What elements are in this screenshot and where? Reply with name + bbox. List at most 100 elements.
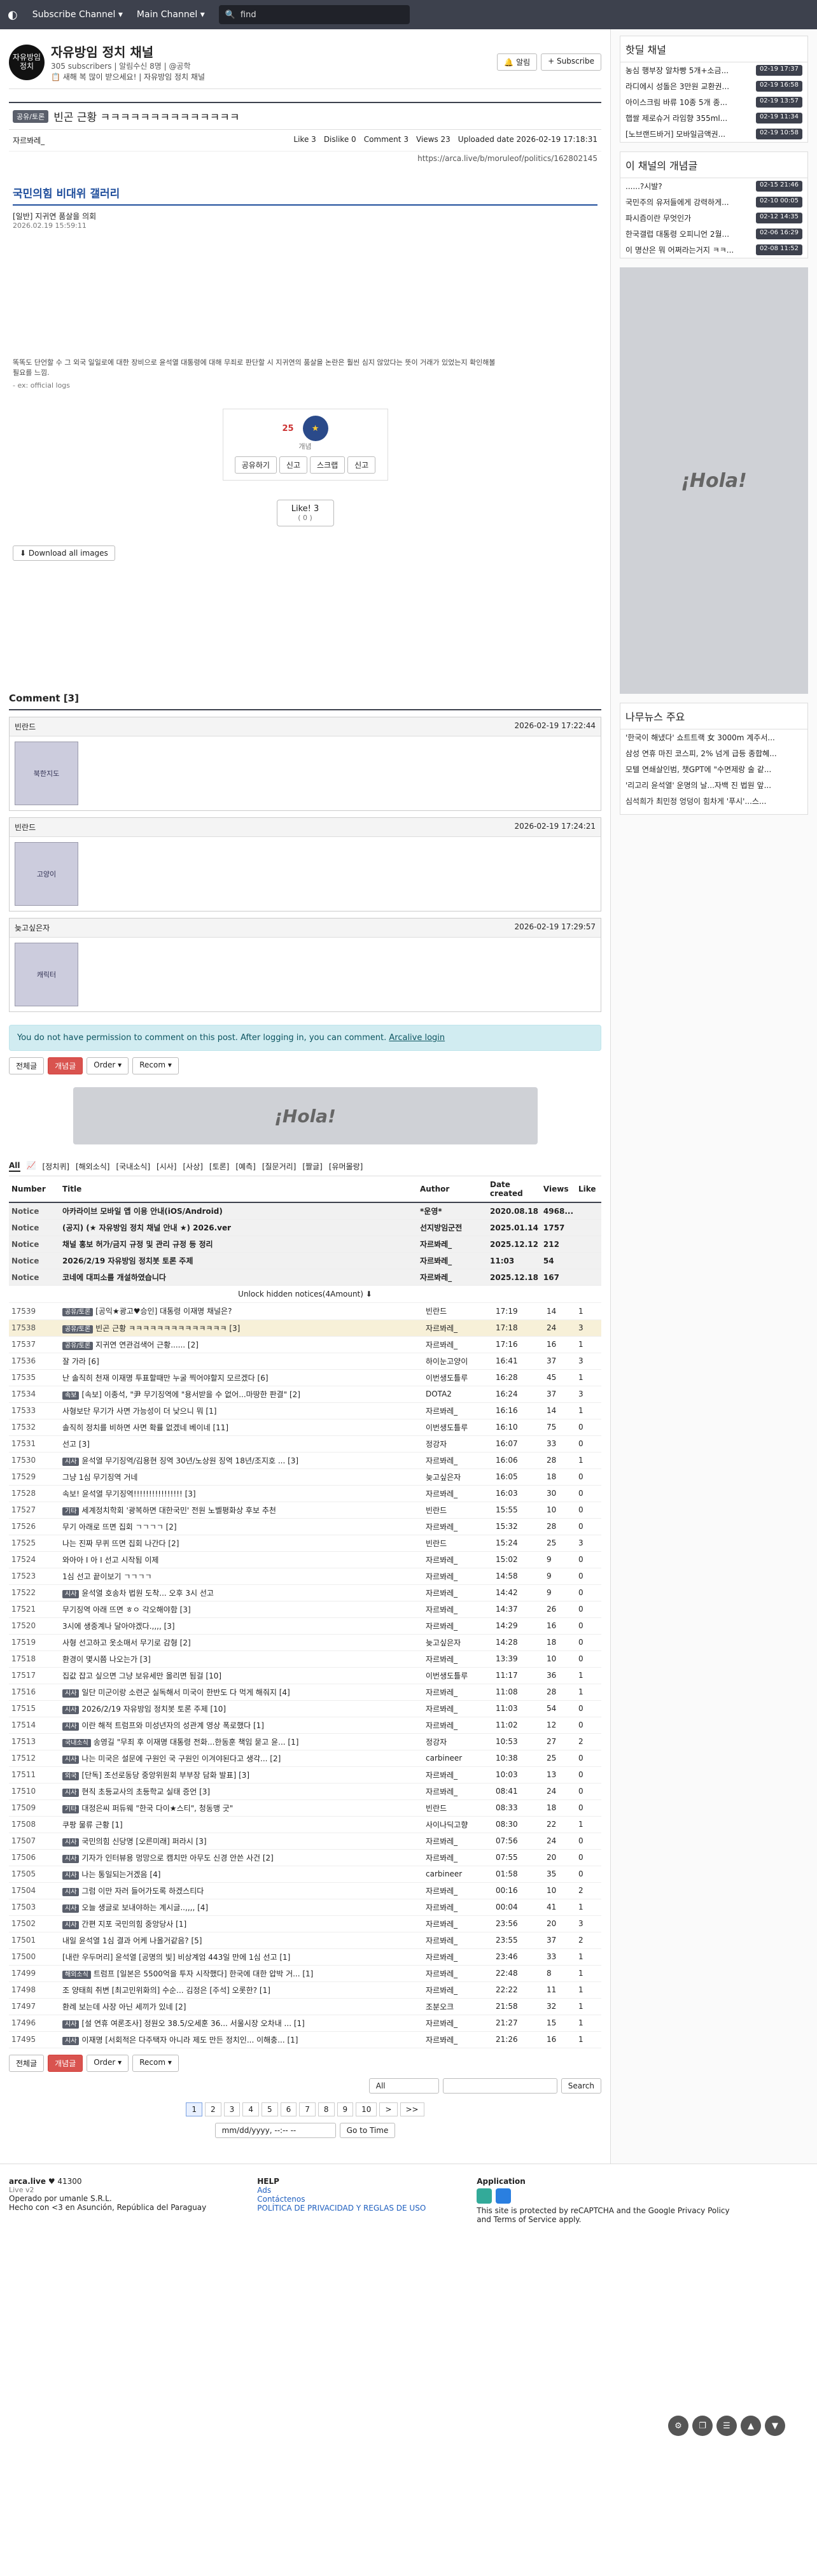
cell-title[interactable]: 나는 진짜 무퀴 뜨면 집회 나간다 [2] xyxy=(60,1535,423,1552)
google-play-icon[interactable] xyxy=(477,2188,492,2204)
post-title[interactable]: 잘 가라 [6] xyxy=(62,1357,99,1366)
news-item[interactable] xyxy=(620,809,807,814)
sidebar-list-item[interactable]: 농심 행부장 알차빵 5개+소금... 02-19 17:37 xyxy=(620,62,807,78)
post-title[interactable]: 국민의힘 신당명 [오른미래] 퍼라시 [3] xyxy=(81,1837,206,1846)
site-logo[interactable]: ◐ xyxy=(8,8,18,22)
cell-title[interactable]: 1심 선고 끝이보기 ㄱㄱㄱㄱ xyxy=(60,1568,423,1585)
page-button[interactable]: 9 xyxy=(337,2102,354,2116)
sidebar-list-item[interactable]: 한국갤럽 대통령 오피니언 2월... 02-06 16:29 xyxy=(620,226,807,242)
scrap-button[interactable]: 스크랩 xyxy=(310,456,346,474)
table-row[interactable]: 17528 속보! 윤석열 무기징역!!!!!!!!!!!!!!!! [3] 자르봐… xyxy=(9,1485,601,1502)
sidebar-list-item[interactable]: 국민주의 유저들에게 강력하게... 02-10 00:05 xyxy=(620,194,807,210)
footer-policy-link[interactable]: POLÍTICA DE PRIVACIDAD Y REGLAS DE USO xyxy=(257,2204,426,2213)
sidebar-list-item[interactable]: 햅쌀 제로슈거 라임향 355ml... 02-19 11:34 xyxy=(620,110,807,126)
table-row[interactable]: 17506 시사 기자가 인터뷰용 멍망으로 캠치만 아무도 신경 안쓴 사건 [2… xyxy=(9,1849,601,1866)
table-row[interactable]: 17504 시사 그럼 이만 자러 들어가도록 하겠스티다 자르봐레_ 00:16 10 2 xyxy=(9,1882,601,1899)
cell-title[interactable]: 쿠팡 물류 근황 [1] xyxy=(60,1816,423,1833)
page-button[interactable]: 10 xyxy=(356,2102,377,2116)
sidebar-list-item[interactable]: [노브랜드바거] 모바일금액권... 02-19 10:58 xyxy=(620,126,807,142)
table-row[interactable]: 17533 사형보단 무기가 사면 가능성이 더 낮으니 뭐 [1] 자르봐레_ 16… xyxy=(9,1402,601,1419)
table-row[interactable]: 17515 시사 2026/2/19 자유방임 정치봇 토론 주제 [10] 자르봐레… xyxy=(9,1700,601,1717)
cell-title[interactable]: 시사 나는 통일되는거겠음 [4] xyxy=(60,1866,423,1883)
concept-posts-button-bottom[interactable]: 개념글 xyxy=(48,2054,83,2072)
cell-title[interactable]: (공지) (★ 자유방임 정치 채널 안내 ★) 2026.ver xyxy=(60,1219,417,1236)
order-select[interactable]: Order ▾ xyxy=(87,1057,129,1074)
cell-title[interactable]: 기타 세계정치학회 '광복하면 대한국민' 전원 노벨평화상 후보 추천 xyxy=(60,1502,423,1519)
hotdeal-title[interactable]: 핫딜 채널 xyxy=(620,36,807,62)
table-row[interactable]: 17534 속보 [속보] 이종석, "尹 무기징역에 "용서받을 수 없어...마… xyxy=(9,1386,601,1403)
news-item[interactable]: 심석희가 최민정 엉덩이 힘차게 '푸시'...스... xyxy=(620,793,807,809)
article-author[interactable]: 자르봐레_ xyxy=(13,135,45,146)
post-title[interactable]: 선고 [3] xyxy=(62,1440,90,1449)
table-row[interactable]: 17532 솔직히 정치를 비하면 사면 확률 없겠네 베이네 [11] 이번생도틀… xyxy=(9,1419,601,1436)
post-title[interactable]: 난 솔직히 천재 이재명 투표할때만 누굴 찍어야할지 모르겠다 [6] xyxy=(62,1374,269,1383)
board-search-input[interactable] xyxy=(442,2078,557,2094)
sidebar-list-item[interactable]: 파시즘이란 무엇인가 02-12 14:35 xyxy=(620,210,807,226)
category-tab[interactable]: [시사] xyxy=(157,1161,176,1172)
copy-icon[interactable]: ❐ xyxy=(692,2416,713,2436)
cell-title[interactable]: 공유/토론 빈곤 근황 ㅋㅋㅋㅋㅋㅋㅋㅋㅋㅋㅋㅋㅋㅋ [3] xyxy=(60,1320,423,1337)
news-item[interactable]: 모텔 연쇄살인범, 챗GPT에 "수면제랑 술 같... xyxy=(620,761,807,777)
table-row[interactable]: 17535 난 솔직히 천재 이재명 투표할때만 누굴 찍어야할지 모르겠다 [6… xyxy=(9,1369,601,1386)
cell-title[interactable]: 시사 이재명 [서회적은 다주택자 아니라 제도 만든 정치인... 이해충...… xyxy=(60,2031,423,2048)
table-row[interactable]: 17539 공유/토론 [공익★광고♥승인] 대통령 이재명 채널은? 빈란드 17:1… xyxy=(9,1303,601,1320)
post-title[interactable]: 기자가 인터뷰용 멍망으로 캠치만 아무도 신경 안쓴 사건 [2] xyxy=(81,1854,273,1862)
cell-title[interactable]: 기타 대정은씨 퍼듀웨 "한국 다이★스티", 청동맹 굿" xyxy=(60,1799,423,1817)
post-title[interactable]: 트럼프 [일본은 5500억을 투자 시작했다] 한국에 대한 압박 거... … xyxy=(94,1969,314,1978)
table-row[interactable]: 17511 외국 [단독] 조선로동당 중앙위원회 부부장 담화 발표] [3] 자르… xyxy=(9,1766,601,1784)
post-title[interactable]: 이란 해적 트럼프와 미성년자의 성관계 영상 폭로했다 [1] xyxy=(81,1721,264,1730)
go-to-time-button[interactable]: Go to Time xyxy=(339,2122,396,2138)
table-row[interactable]: 17531 선고 [3] 정강자 16:07 33 0 xyxy=(9,1435,601,1453)
notice-row[interactable]: Notice 코네에 대피소를 개설하였습니다 자르봐레_ 2025.12.18 167 xyxy=(9,1269,601,1286)
table-row[interactable]: 17510 시사 현직 초등교사의 초등학교 실태 증언 [3] 자르봐레_ 08:41… xyxy=(9,1783,601,1800)
cell-title[interactable]: 해외소식 트럼프 [일본은 5500억을 투자 시작했다] 한국에 대한 압박 거… xyxy=(60,1965,423,1982)
category-tab[interactable]: [유머몰랑] xyxy=(329,1161,363,1172)
cell-title[interactable]: 집값 잡고 싶으면 그냥 보유세만 올리면 됨걸 [10] xyxy=(60,1667,423,1684)
page-button[interactable]: > xyxy=(379,2102,398,2116)
table-row[interactable]: 17497 환례 보는데 사장 아닌 세끼가 있네 [2] 조분오크 21:58 32 1 xyxy=(9,1998,601,2015)
table-row[interactable]: 17516 시사 일단 미군이랑 소련군 실독해서 미국이 한반도 다 먹게 해줘지… xyxy=(9,1684,601,1701)
all-posts-button[interactable]: 전체글 xyxy=(9,1057,45,1074)
post-title[interactable]: 그럼 이만 자러 들어가도록 하겠스티다 xyxy=(81,1887,204,1896)
login-link[interactable]: Arcalive login xyxy=(389,1033,445,1043)
search-box[interactable]: 🔍 find xyxy=(218,5,410,24)
footer-ads-link[interactable]: Ads xyxy=(257,2186,426,2195)
table-row[interactable]: 17529 그냥 1심 무기징역 거네 늦고싶은자 16:05 18 0 xyxy=(9,1468,601,1486)
table-row[interactable]: 17503 시사 오늘 생글로 보내야하는 계시글..,,,, [4] 자르봐레_ 00… xyxy=(9,1899,601,1916)
table-row[interactable]: 17514 시사 이란 해적 트럼프와 미성년자의 성관계 영상 폭로했다 [1] 자… xyxy=(9,1717,601,1734)
cell-title[interactable]: [내란 우두머리] 윤석열 [공명의 빛] 비상계엄 443일 만에 1심 선고… xyxy=(60,1948,423,1966)
cell-title[interactable]: 무기징역 아래 뜨면 ㅎㅇ 각오해야함 [3] xyxy=(60,1601,423,1618)
main-channel-menu[interactable]: Main Channel ▾ xyxy=(137,10,205,20)
post-title[interactable]: 3시에 생중계나 달아야겠다.,,,, [3] xyxy=(62,1622,175,1631)
page-button[interactable]: >> xyxy=(400,2102,424,2116)
category-tab[interactable]: [질문거리] xyxy=(262,1161,297,1172)
footer-brand[interactable]: arca.live xyxy=(9,2177,46,2186)
cell-title[interactable]: 속보 [속보] 이종석, "尹 무기징역에 "용서받을 수 없어...마땅한 판결… xyxy=(60,1386,423,1403)
table-row[interactable]: 17522 시사 윤석열 호송차 법원 도착... 오후 3시 선고 자르봐레_ 14:… xyxy=(9,1584,601,1601)
post-title[interactable]: 빈곤 근황 ㅋㅋㅋㅋㅋㅋㅋㅋㅋㅋㅋㅋㅋㅋ [3] xyxy=(95,1324,240,1333)
post-title[interactable]: 송영길 "무죄 후 이재명 대통령 전화...한동훈 책임 묻고 윤... [1… xyxy=(94,1738,299,1747)
category-tab[interactable]: [토론] xyxy=(209,1161,229,1172)
cell-title[interactable]: 시사 2026/2/19 자유방임 정치봇 토론 주제 [10] xyxy=(60,1700,423,1717)
table-row[interactable]: 17523 1심 선고 끝이보기 ㄱㄱㄱㄱ 자르봐레_ 14:58 9 0 xyxy=(9,1568,601,1585)
channel-title[interactable]: 자유방임 정치 채널 xyxy=(51,42,205,60)
post-title[interactable]: 오늘 생글로 보내야하는 계시글..,,,, [4] xyxy=(81,1903,208,1912)
cell-title[interactable]: 시사 기자가 인터뷰용 멍망으로 캠치만 아무도 신경 안쓴 사건 [2] xyxy=(60,1849,423,1866)
cell-title[interactable]: 시사 이란 해적 트럼프와 미성년자의 성관계 영상 폭로했다 [1] xyxy=(60,1717,423,1734)
post-title[interactable]: 나는 진짜 무퀴 뜨면 집회 나간다 [2] xyxy=(62,1539,179,1548)
notice-row[interactable]: Notice (공지) (★ 자유방임 정치 채널 안내 ★) 2026.ver 선… xyxy=(9,1219,601,1236)
category-tab[interactable]: [예측] xyxy=(235,1161,255,1172)
post-title[interactable]: 쿠팡 물류 근황 [1] xyxy=(62,1820,123,1829)
cell-title[interactable]: 무기 아래로 뜨면 집회 ㄱㄱㄱㄱ [2] xyxy=(60,1518,423,1535)
unlock-notices-button[interactable]: Unlock hidden notices(4Amount) ⬇ xyxy=(9,1286,601,1303)
table-row[interactable]: 17509 기타 대정은씨 퍼듀웨 "한국 다이★스티", 청동맹 굿" 빈란드 08:… xyxy=(9,1799,601,1817)
cell-title[interactable]: 아카라이브 모바일 앱 이용 안내(iOS/Android) xyxy=(60,1202,417,1220)
category-tab[interactable]: 📈 xyxy=(27,1161,36,1172)
page-button[interactable]: 7 xyxy=(299,2102,316,2116)
post-title[interactable]: 집값 잡고 싶으면 그냥 보유세만 올리면 됨걸 [10] xyxy=(62,1672,221,1680)
post-title[interactable]: [내란 우두머리] 윤석열 [공명의 빛] 비상계엄 443일 만에 1심 선고… xyxy=(62,1953,290,1962)
post-title[interactable]: 1심 선고 끝이보기 ㄱㄱㄱㄱ xyxy=(62,1572,152,1581)
subscribe-channel-menu[interactable]: Subscribe Channel ▾ xyxy=(32,10,123,20)
table-row[interactable]: 17496 시사 [설 연휴 여론조사] 정원오 38.5/오세훈 36... 서울… xyxy=(9,2015,601,2032)
order-select-bottom[interactable]: Order ▾ xyxy=(87,2054,129,2072)
